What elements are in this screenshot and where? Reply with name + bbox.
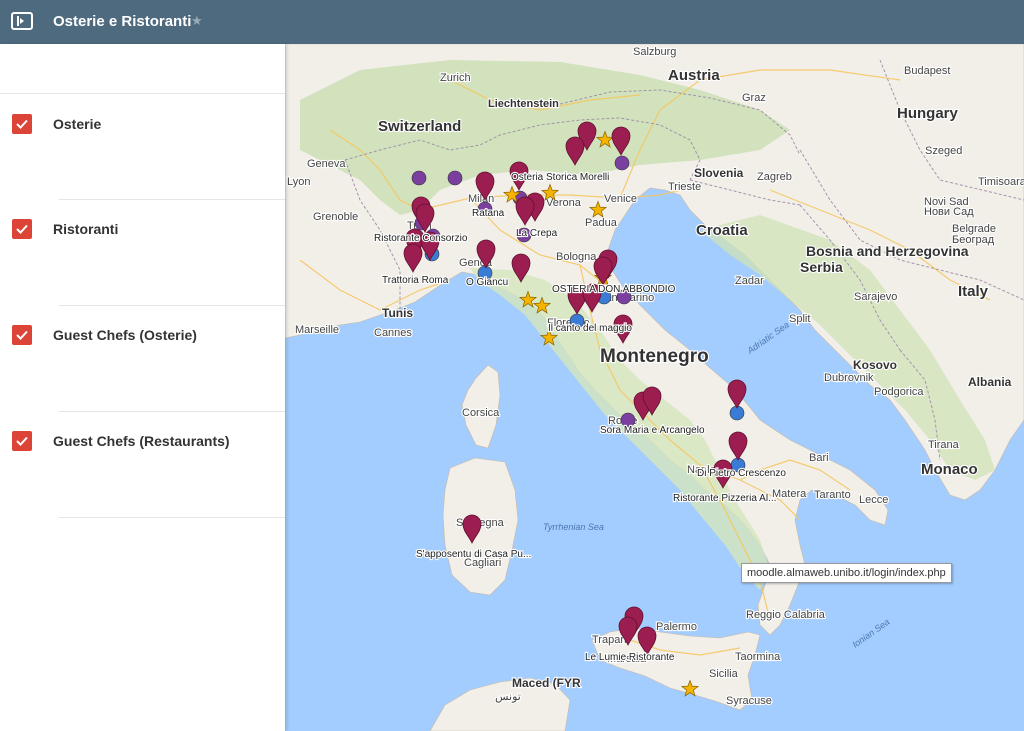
venue-label: OSTERIA DON ABBONDIO xyxy=(552,284,676,295)
venue-label: Sora Maria e Arcangelo xyxy=(600,425,705,436)
country-label: Switzerland xyxy=(378,118,461,135)
layer-osterie: Osterie xyxy=(0,93,285,200)
venue-label: Ristorante Pizzeria Al... xyxy=(673,493,776,504)
city-label: Zurich xyxy=(440,72,471,84)
venue-label: La Crepa xyxy=(516,228,558,239)
layer-label-guest-chefs-osterie: Guest Chefs (Osterie) xyxy=(53,327,197,343)
url-tooltip: moodle.almaweb.unibo.it/login/index.php xyxy=(741,563,952,583)
city-label: Reggio Calabria xyxy=(746,609,826,621)
city-label: Taranto xyxy=(814,489,851,501)
ristorante-dot-marker[interactable] xyxy=(447,170,463,186)
venue-label: Ratana xyxy=(472,208,505,219)
layer-label-ristoranti: Ristoranti xyxy=(53,221,119,237)
city-label: Marseille xyxy=(295,324,339,336)
city-label: Graz xyxy=(742,92,766,104)
venue-label: Di Pietro Crescenzo xyxy=(697,468,786,479)
city-label: Palermo xyxy=(656,621,697,633)
venue-label: Le Lumie Ristorante xyxy=(585,652,675,663)
layers-sidebar: Osterie Ristoranti Guest Chefs (Osterie)… xyxy=(0,44,285,731)
country-label: Italy xyxy=(958,283,989,300)
city-label: Lyon xyxy=(287,176,310,188)
checkbox-guest-chefs-osterie[interactable] xyxy=(12,325,32,345)
country-label: Maced (FYR xyxy=(512,676,581,690)
layer-guest-chefs-osterie: Guest Chefs (Osterie) xyxy=(0,305,285,411)
city-label: Tirana xyxy=(928,439,960,451)
city-label: Verona xyxy=(546,197,582,209)
map-svg[interactable]: Salzburg Budapest Zurich Graz Szeged Geneva Ly… xyxy=(285,44,1024,731)
checkbox-ristoranti[interactable] xyxy=(12,219,32,239)
country-label: Croatia xyxy=(696,222,748,239)
city-label: Salzburg xyxy=(633,46,676,58)
country-label: Monaco xyxy=(921,461,978,478)
city-label: Syracuse xyxy=(726,695,772,707)
city-label: تونس xyxy=(495,691,521,703)
layer-guest-chefs-restaurants: Guest Chefs (Restaurants) xyxy=(0,411,285,517)
venue-label: S'apposentu di Casa Pu... xyxy=(416,549,531,560)
venue-label: O Giancu xyxy=(466,277,508,288)
city-label: Zagreb xyxy=(757,171,792,183)
city-label: Corsica xyxy=(462,407,500,419)
country-label: Serbia xyxy=(800,259,843,275)
checkbox-guest-chefs-restaurants[interactable] xyxy=(12,431,32,451)
country-label: Albania xyxy=(968,375,1012,389)
sea-label: Tyrrhenian Sea xyxy=(543,522,604,532)
venue-label: Il canto del maggio xyxy=(548,323,632,334)
checkbox-osterie[interactable] xyxy=(12,114,32,134)
city-label: Podgorica xyxy=(874,386,924,398)
city-label: Trieste xyxy=(668,181,701,193)
layer-ristoranti: Ristoranti xyxy=(0,199,285,305)
city-label: Padua xyxy=(585,217,618,229)
venue-label: Ristorante Consorzio xyxy=(374,233,468,244)
venue-label: Trattoria Roma xyxy=(382,275,449,286)
country-label: Bosnia and Herzegovina xyxy=(806,243,969,259)
country-label: Montenegro xyxy=(600,346,709,367)
city-label: Budapest xyxy=(904,65,950,77)
city-label: Geneva xyxy=(307,158,346,170)
city-label: Grenoble xyxy=(313,211,358,223)
city-label: Taormina xyxy=(735,651,781,663)
city-label: Lecce xyxy=(859,494,888,506)
city-label: Bari xyxy=(809,452,829,464)
country-label: Tunis xyxy=(382,306,413,320)
city-label: Szeged xyxy=(925,145,962,157)
city-label: Sarajevo xyxy=(854,291,897,303)
sidebar-toggle-icon[interactable] xyxy=(11,12,33,30)
city-label: Split xyxy=(789,313,810,325)
city-label: Zadar xyxy=(735,275,764,287)
ristorante-dot-marker[interactable] xyxy=(614,155,630,171)
map-canvas[interactable]: Salzburg Budapest Zurich Graz Szeged Geneva Ly… xyxy=(285,44,1024,731)
city-label: Sicilia xyxy=(709,668,739,680)
city-label: Venice xyxy=(604,193,637,205)
layer-label-guest-chefs-restaurants: Guest Chefs (Restaurants) xyxy=(53,433,230,449)
map-title: Osterie e Ristoranti xyxy=(53,13,192,30)
city-label: Timisoara xyxy=(978,176,1024,188)
star-icon[interactable]: ★ xyxy=(191,13,203,29)
country-label: Liechtenstein xyxy=(488,98,559,110)
country-label: Slovenia xyxy=(694,166,744,180)
ristorante-dot-marker[interactable] xyxy=(411,170,427,186)
city-label: Dubrovnik xyxy=(824,372,874,384)
divider xyxy=(59,517,285,518)
city-label: Cannes xyxy=(374,327,412,339)
country-label: Hungary xyxy=(897,105,959,122)
country-label: Austria xyxy=(668,67,720,84)
country-label: Kosovo xyxy=(853,358,897,372)
city-label: Нови Сад xyxy=(924,206,974,218)
top-bar: Osterie e Ristoranti ★ xyxy=(0,0,1024,44)
venue-label: Osteria Storica Morelli xyxy=(511,172,609,183)
city-label: Matera xyxy=(772,488,807,500)
city-label: Bologna xyxy=(556,251,597,263)
layer-label-osterie: Osterie xyxy=(53,116,102,132)
